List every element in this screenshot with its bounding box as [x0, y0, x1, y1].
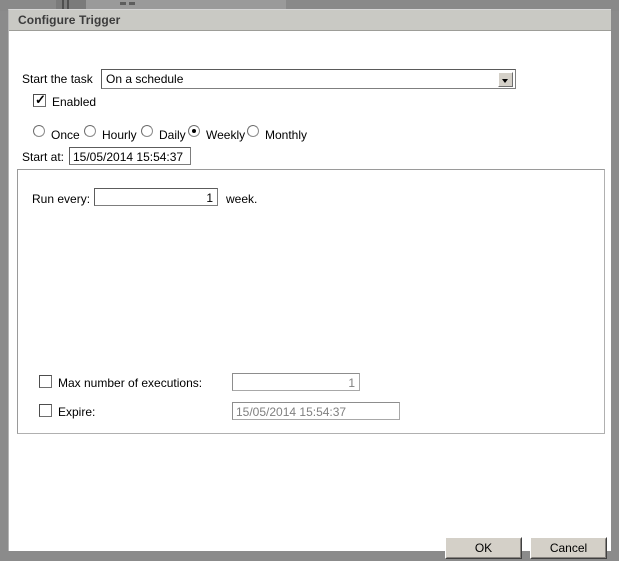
configure-trigger-dialog: Configure Trigger Start the task On a sc…: [8, 9, 611, 559]
ok-button[interactable]: OK: [445, 537, 522, 559]
chevron-down-glyph: [502, 79, 508, 83]
max-executions-value: 1: [348, 376, 355, 390]
radio-daily-label: Daily: [159, 128, 186, 142]
run-every-input[interactable]: 1: [94, 188, 218, 206]
background-marker-left: [120, 2, 126, 5]
dialog-titlebar: Configure Trigger: [9, 10, 611, 31]
dialog-body: Start the task On a schedule ✓ Enabled O…: [9, 31, 611, 559]
radio-weekly[interactable]: [188, 125, 200, 137]
start-task-value: On a schedule: [106, 72, 184, 86]
chevron-down-icon[interactable]: [498, 72, 513, 87]
start-task-combobox[interactable]: On a schedule: [101, 69, 516, 89]
start-at-input[interactable]: 15/05/2014 15:54:37: [69, 147, 191, 165]
start-at-value: 15/05/2014 15:54:37: [73, 150, 184, 164]
radio-monthly[interactable]: [247, 125, 259, 137]
dialog-title: Configure Trigger: [18, 13, 121, 27]
background-marker-right: [129, 2, 135, 5]
radio-monthly-label: Monthly: [265, 128, 308, 142]
start-task-label: Start the task: [22, 72, 93, 86]
background-tab-divider-left: [62, 0, 64, 9]
run-every-unit-label: week.: [226, 192, 258, 206]
radio-hourly-label: Hourly: [102, 128, 137, 142]
enabled-checkbox[interactable]: ✓: [33, 92, 46, 107]
max-executions-input[interactable]: 1: [232, 373, 360, 391]
run-every-label: Run every:: [32, 192, 91, 206]
recurrence-groupbox: Run every: 1 week. Max number of executi…: [17, 169, 605, 434]
max-executions-label: Max number of executions:: [58, 376, 203, 390]
radio-weekly-label: Weekly: [206, 128, 246, 142]
radio-selected-dot-icon: [192, 129, 196, 133]
checkmark-icon: ✓: [35, 92, 46, 107]
radio-once[interactable]: [33, 125, 45, 137]
expire-checkbox[interactable]: [39, 404, 52, 417]
start-at-label: Start at:: [22, 150, 65, 164]
background-tab-divider-right: [67, 0, 69, 9]
radio-hourly[interactable]: [84, 125, 96, 137]
screen-root: Configure Trigger Start the task On a sc…: [0, 0, 619, 561]
expire-input[interactable]: 15/05/2014 15:54:37: [232, 402, 400, 420]
expire-label: Expire:: [58, 405, 96, 419]
max-executions-checkbox[interactable]: [39, 375, 52, 388]
run-every-value: 1: [206, 191, 213, 205]
cancel-button[interactable]: Cancel: [530, 537, 607, 559]
enabled-label: Enabled: [52, 95, 97, 109]
radio-once-label: Once: [51, 128, 80, 142]
expire-value: 15/05/2014 15:54:37: [236, 405, 347, 419]
radio-daily[interactable]: [141, 125, 153, 137]
